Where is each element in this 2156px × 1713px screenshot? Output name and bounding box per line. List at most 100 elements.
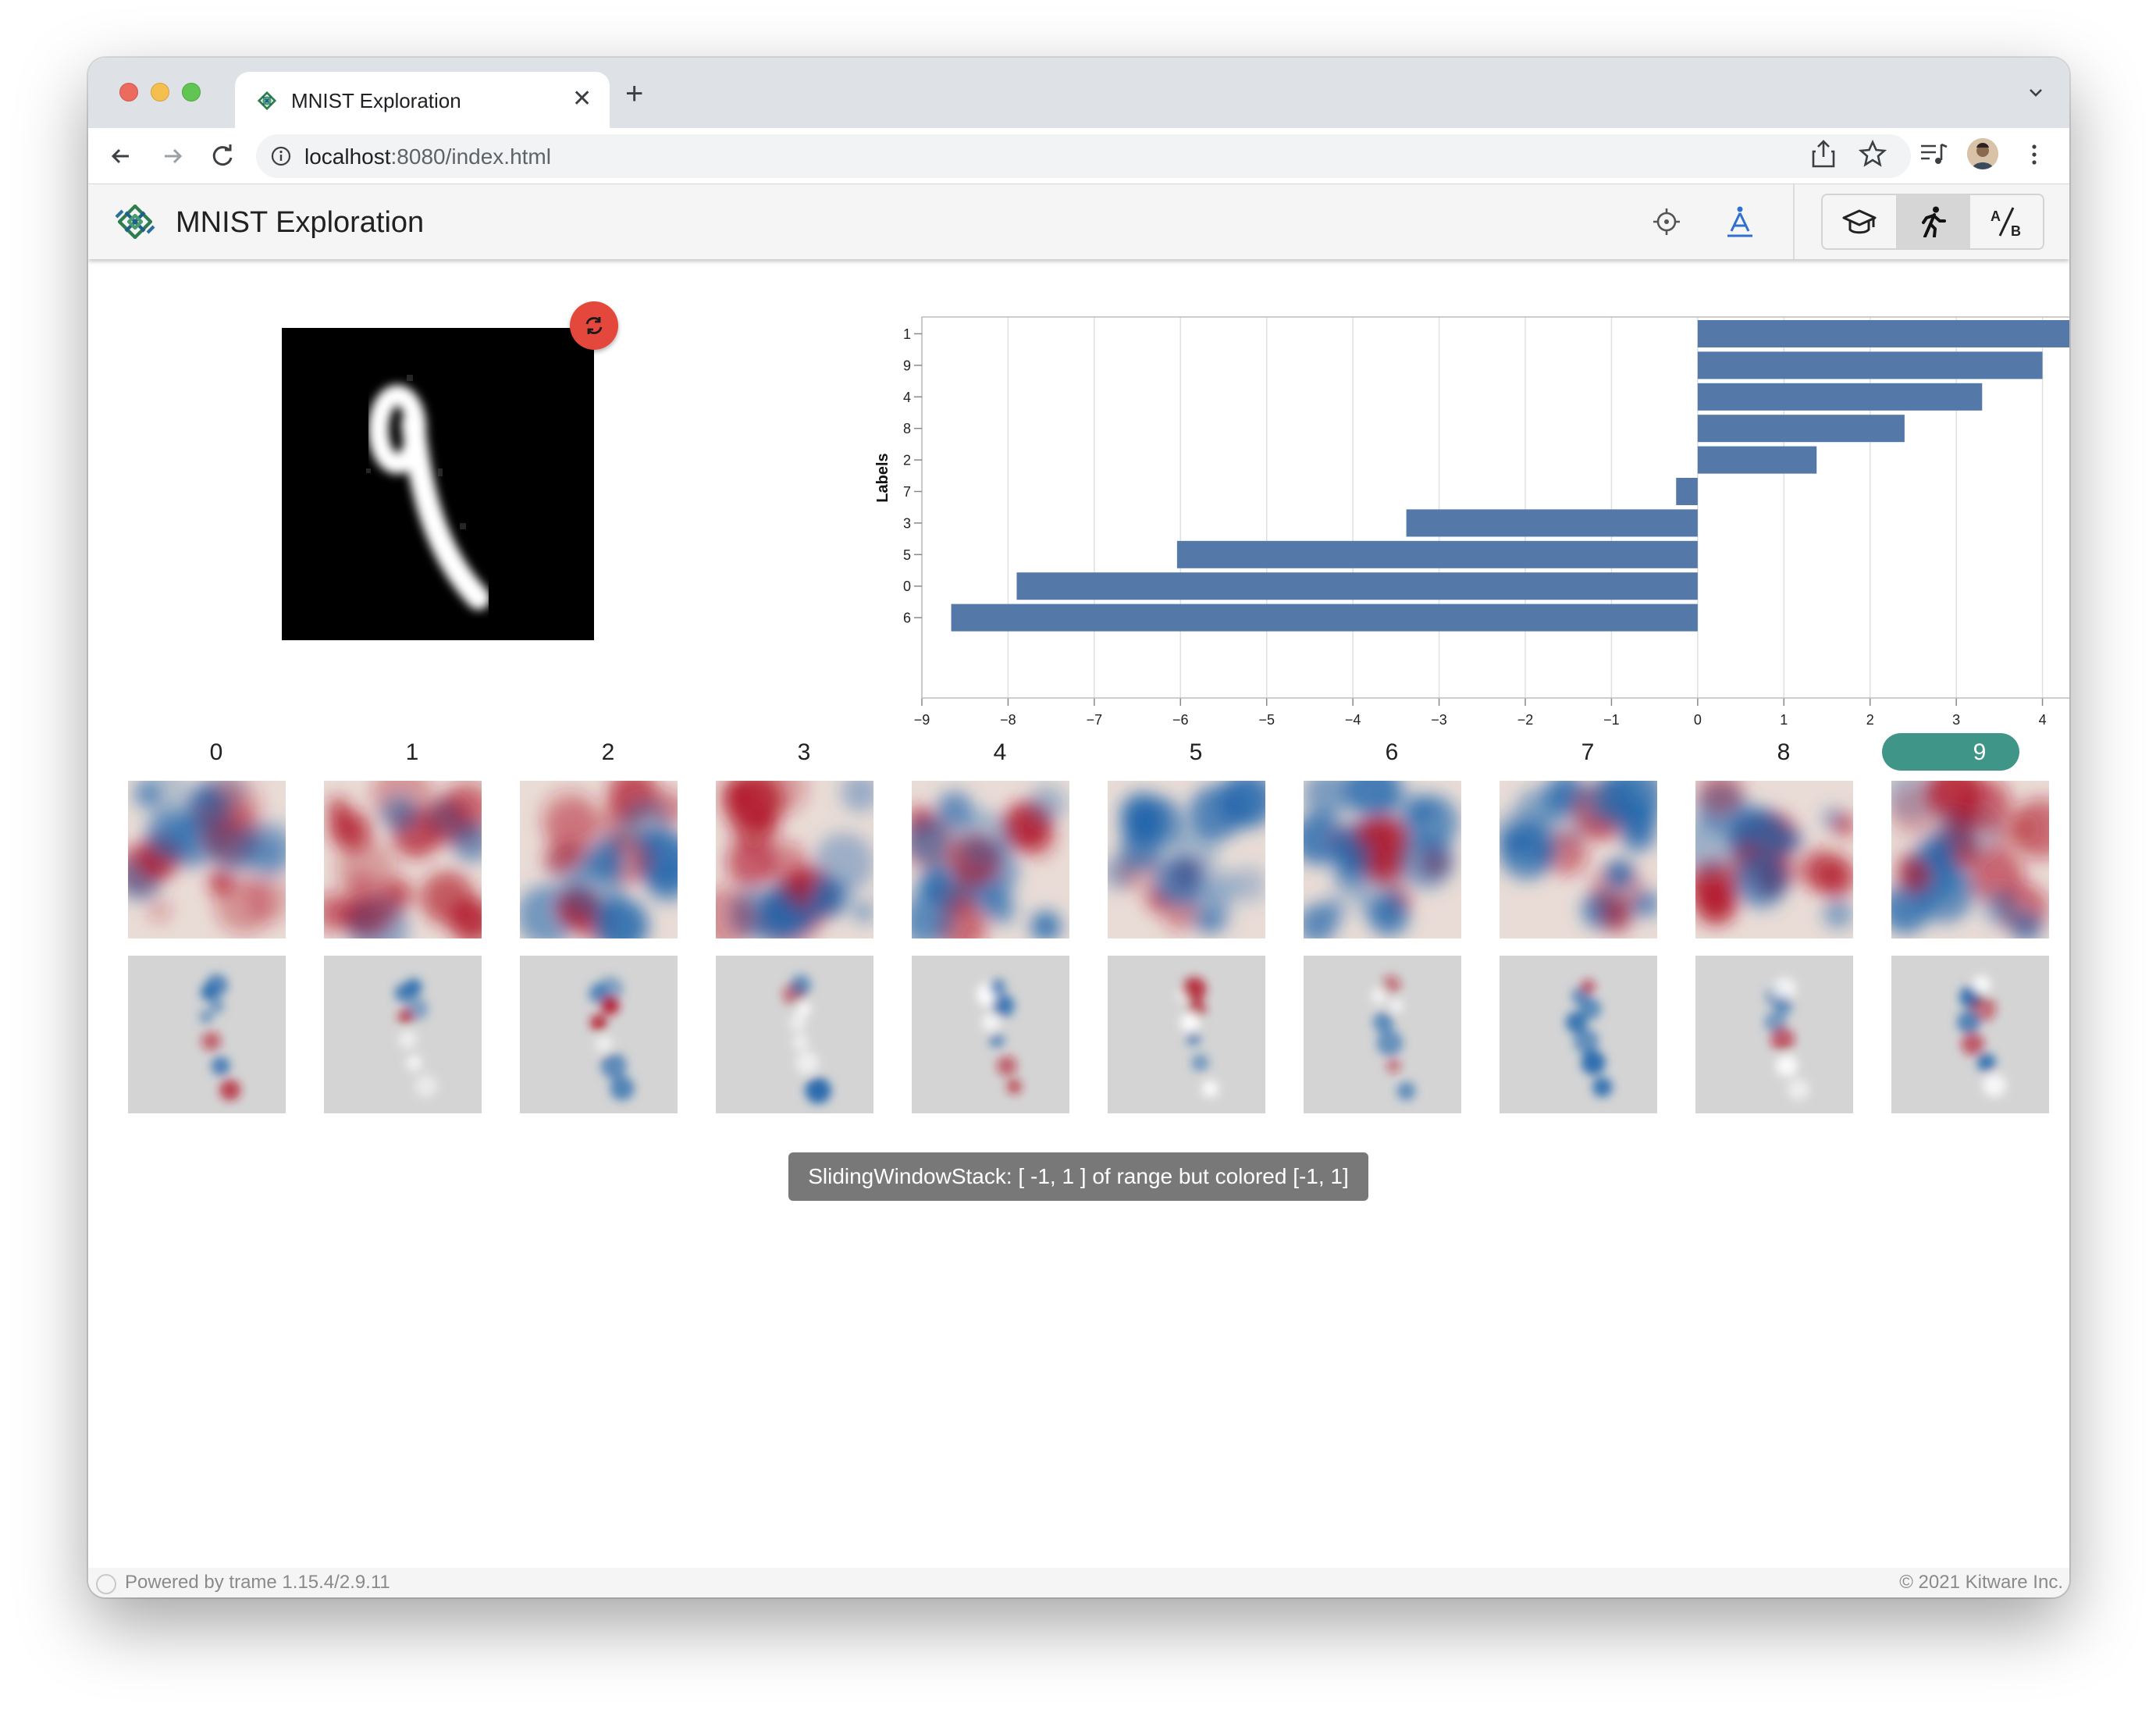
x-tick-label: 4 xyxy=(2039,712,2047,728)
x-tick-label: −1 xyxy=(1603,712,1620,728)
digit-label-7[interactable]: 7 xyxy=(1517,734,1658,771)
weight-heatmap-6 xyxy=(1292,760,1461,944)
browser-toolbar: localhost:8080/index.html xyxy=(88,128,2069,184)
x-tick-label: −3 xyxy=(1431,712,1447,728)
browser-window: MNIST Exploration ✕ + localhost:8080/ind… xyxy=(88,58,2069,1597)
star-icon[interactable] xyxy=(1857,138,1888,169)
toolbar-divider xyxy=(1793,184,1795,259)
digit-label-9[interactable]: 9 xyxy=(1909,734,2050,771)
digit-label-3[interactable]: 3 xyxy=(734,734,874,771)
footer: Powered by trame 1.15.4/2.9.11 © 2021 Ki… xyxy=(88,1568,2069,1597)
url-path: :8080/index.html xyxy=(390,144,551,169)
y-axis-label: Labels xyxy=(874,453,891,502)
digit-label-5[interactable]: 5 xyxy=(1126,734,1266,771)
x-tick-label: 1 xyxy=(1780,712,1788,728)
contribution-heatmap-5 xyxy=(1108,956,1265,1113)
bar-5 xyxy=(1176,540,1698,568)
window-close-button[interactable] xyxy=(119,83,138,101)
contribution-heatmap-3 xyxy=(716,956,873,1113)
tab-title: MNIST Exploration xyxy=(291,89,461,112)
x-tick-label: 0 xyxy=(1694,712,1702,728)
url-host: localhost xyxy=(304,144,391,169)
a-slash-b-icon: A B xyxy=(1991,207,2021,237)
url-text: localhost:8080/index.html xyxy=(304,144,551,169)
y-tick-label: 5 xyxy=(903,547,911,563)
window-minimize-button[interactable] xyxy=(151,83,169,101)
contribution-heatmap-0 xyxy=(128,956,286,1113)
x-tick-label: −7 xyxy=(1087,712,1103,728)
address-bar[interactable]: localhost:8080/index.html xyxy=(256,134,1911,178)
person-avatar-icon xyxy=(1967,138,1998,169)
accessibility-icon[interactable] xyxy=(1724,205,1756,239)
bar-8 xyxy=(1697,415,1905,443)
contribution-heatmap-9 xyxy=(1891,956,2049,1113)
profile-avatar[interactable] xyxy=(1967,138,1998,169)
contribution-heatmap-7 xyxy=(1500,956,1657,1113)
kitware-logo-icon xyxy=(115,204,155,240)
x-tick-label: −6 xyxy=(1172,712,1189,728)
mode-ab-button[interactable]: A B xyxy=(1969,195,2043,248)
graduation-cap-icon xyxy=(1842,209,1877,234)
share-icon[interactable] xyxy=(1809,138,1838,169)
weight-heatmap-9 xyxy=(1881,764,2069,944)
y-tick-label: 0 xyxy=(903,579,911,594)
x-tick-label: −4 xyxy=(1345,712,1361,728)
trame-logo-icon xyxy=(96,1574,116,1594)
kitware-logo-icon xyxy=(257,91,277,111)
weight-heatmap-3 xyxy=(693,762,881,949)
forward-arrow-icon[interactable] xyxy=(155,139,190,173)
mode-run-button[interactable] xyxy=(1896,195,1969,248)
media-control-icon[interactable] xyxy=(1919,140,1948,168)
new-tab-button[interactable]: + xyxy=(625,78,643,109)
bar-9 xyxy=(1697,351,2043,379)
y-tick-label: 4 xyxy=(903,390,911,405)
contribution-heatmap-2 xyxy=(520,956,678,1113)
crosshair-icon[interactable] xyxy=(1651,206,1682,237)
y-tick-label: 1 xyxy=(903,326,911,342)
mode-toggle-group: A B xyxy=(1821,194,2044,250)
tab-strip: MNIST Exploration ✕ + xyxy=(88,58,2069,128)
status-chip: SlidingWindowStack: [ -1, 1 ] of range b… xyxy=(788,1152,1368,1201)
digit-label-8[interactable]: 8 xyxy=(1713,734,1854,771)
handwritten-digit-9 xyxy=(366,375,490,610)
weight-heatmap-2 xyxy=(517,769,696,953)
x-tick-label: 2 xyxy=(1866,712,1874,728)
contribution-heatmap-6 xyxy=(1304,956,1461,1113)
digit-label-1[interactable]: 1 xyxy=(342,734,482,771)
contribution-heatmap-1 xyxy=(324,956,482,1113)
x-tick-label: −9 xyxy=(914,712,930,728)
contribution-heatmap-4 xyxy=(912,956,1069,1113)
bar-7 xyxy=(1676,478,1698,505)
digit-label-6[interactable]: 6 xyxy=(1322,734,1462,771)
weight-heatmap-4 xyxy=(897,781,1069,956)
back-arrow-icon[interactable] xyxy=(104,139,138,173)
mode-train-button[interactable] xyxy=(1823,195,1896,248)
window-maximize-button[interactable] xyxy=(182,83,201,101)
tab-close-icon[interactable]: ✕ xyxy=(572,86,592,112)
weight-heatmap-5 xyxy=(1101,770,1278,938)
footer-powered-by: Powered by trame 1.15.4/2.9.11 xyxy=(125,1572,390,1593)
weight-heatmap-7 xyxy=(1493,764,1664,938)
svg-text:B: B xyxy=(2011,223,2021,237)
weight-heatmap-1 xyxy=(312,764,496,959)
app-bar: MNIST Exploration A B xyxy=(88,184,2069,259)
y-tick-label: 7 xyxy=(903,484,911,500)
bar-0 xyxy=(1016,572,1698,600)
digit-label-0[interactable]: 0 xyxy=(146,734,286,771)
reload-icon[interactable] xyxy=(205,139,240,173)
info-icon[interactable] xyxy=(270,145,292,167)
chevron-down-icon[interactable] xyxy=(2024,81,2047,105)
bar-2 xyxy=(1697,446,1817,474)
refresh-button[interactable] xyxy=(570,301,618,350)
kebab-menu-icon[interactable] xyxy=(2028,139,2040,170)
label-scores-chart: −9−8−7−6−5−4−3−2−10123451948273506Labels xyxy=(874,316,2069,728)
browser-tab[interactable]: MNIST Exploration ✕ xyxy=(235,72,610,128)
y-tick-label: 3 xyxy=(903,515,911,531)
y-tick-label: 9 xyxy=(903,358,911,373)
digit-label-4[interactable]: 4 xyxy=(930,734,1070,771)
y-tick-label: 2 xyxy=(903,453,911,468)
x-tick-label: 3 xyxy=(1952,712,1960,728)
bar-6 xyxy=(951,604,1698,632)
digit-label-2[interactable]: 2 xyxy=(538,734,678,771)
x-tick-label: −8 xyxy=(1000,712,1016,728)
